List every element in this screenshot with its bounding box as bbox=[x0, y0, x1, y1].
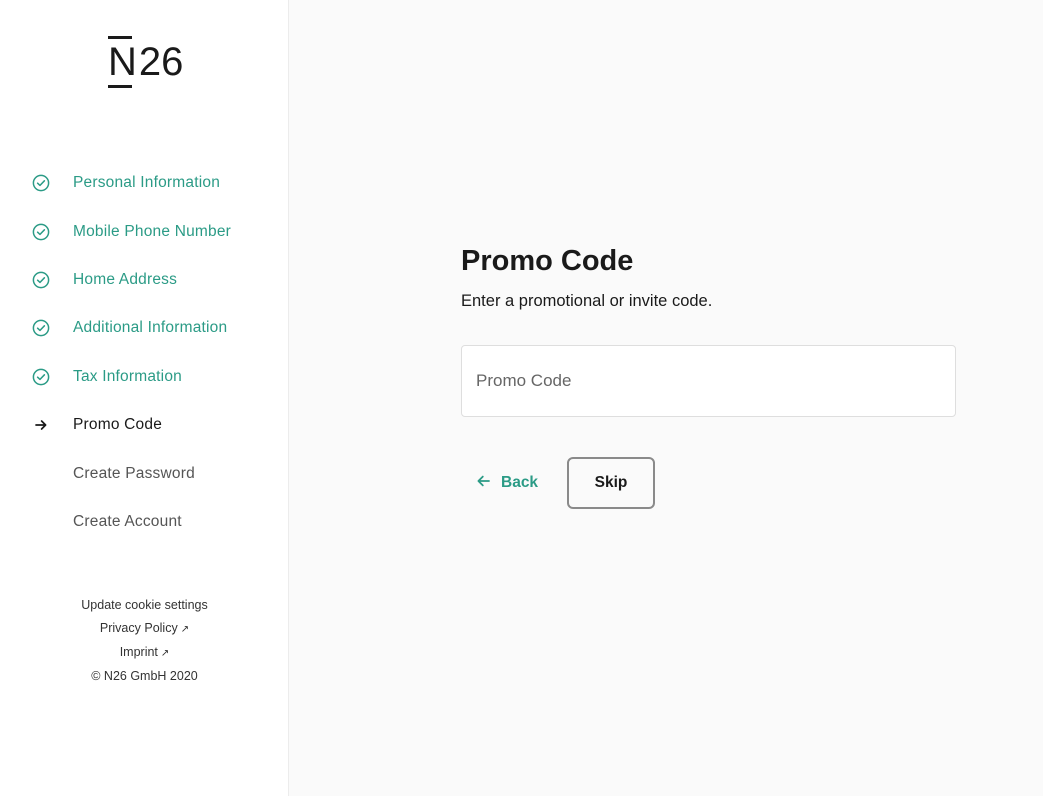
step-tax-information[interactable]: Tax Information bbox=[0, 353, 289, 401]
external-link-icon: ↗ bbox=[180, 624, 190, 635]
step-create-account: Create Account bbox=[0, 498, 289, 546]
imprint-label: Imprint bbox=[119, 645, 158, 659]
step-label: Personal Information bbox=[73, 174, 221, 192]
check-circle-icon bbox=[32, 368, 50, 386]
step-home-address[interactable]: Home Address bbox=[0, 256, 289, 304]
step-label: Additional Information bbox=[73, 319, 228, 337]
logo-number: 26 bbox=[138, 40, 184, 84]
privacy-policy-label: Privacy Policy bbox=[99, 621, 178, 635]
n26-logo[interactable]: N 26 bbox=[108, 36, 183, 88]
arrow-left-icon bbox=[476, 474, 491, 493]
copyright-text: © N26 GmbH 2020 bbox=[91, 669, 198, 683]
step-create-password: Create Password bbox=[0, 449, 289, 497]
step-label: Tax Information bbox=[73, 367, 182, 385]
step-mobile-phone-number[interactable]: Mobile Phone Number bbox=[0, 207, 289, 255]
check-circle-icon bbox=[32, 174, 50, 192]
step-personal-information[interactable]: Personal Information bbox=[0, 159, 289, 207]
update-cookie-settings-link[interactable]: Update cookie settings bbox=[81, 598, 207, 612]
step-label: Home Address bbox=[73, 270, 178, 288]
step-promo-code: Promo Code bbox=[0, 401, 289, 449]
privacy-policy-link[interactable]: Privacy Policy ↗ bbox=[0, 617, 289, 641]
signup-steps: Personal Information Mobile Phone Number… bbox=[0, 159, 289, 546]
check-circle-icon bbox=[32, 319, 50, 337]
imprint-link[interactable]: Imprint ↗ bbox=[0, 641, 289, 665]
step-label: Mobile Phone Number bbox=[73, 222, 232, 240]
back-button-label: Back bbox=[501, 474, 539, 491]
external-link-icon: ↗ bbox=[160, 648, 170, 659]
step-label: Create Password bbox=[73, 464, 195, 482]
footer-links: Update cookie settings Privacy Policy ↗ I… bbox=[0, 594, 289, 688]
page-subtitle: Enter a promotional or invite code. bbox=[461, 292, 713, 310]
page-title: Promo Code bbox=[461, 245, 634, 277]
back-button[interactable]: Back bbox=[470, 466, 544, 500]
step-additional-information[interactable]: Additional Information bbox=[0, 304, 289, 352]
step-label: Create Account bbox=[73, 512, 182, 530]
arrow-right-icon bbox=[32, 416, 50, 434]
check-circle-icon bbox=[32, 271, 50, 289]
step-label: Promo Code bbox=[73, 416, 163, 434]
logo-letter-n: N bbox=[108, 36, 137, 88]
sidebar: N 26 Personal Information Mobile Phone N… bbox=[0, 0, 289, 796]
check-circle-icon bbox=[32, 223, 50, 241]
promo-code-input[interactable] bbox=[461, 345, 956, 417]
skip-button[interactable]: Skip bbox=[567, 457, 655, 509]
